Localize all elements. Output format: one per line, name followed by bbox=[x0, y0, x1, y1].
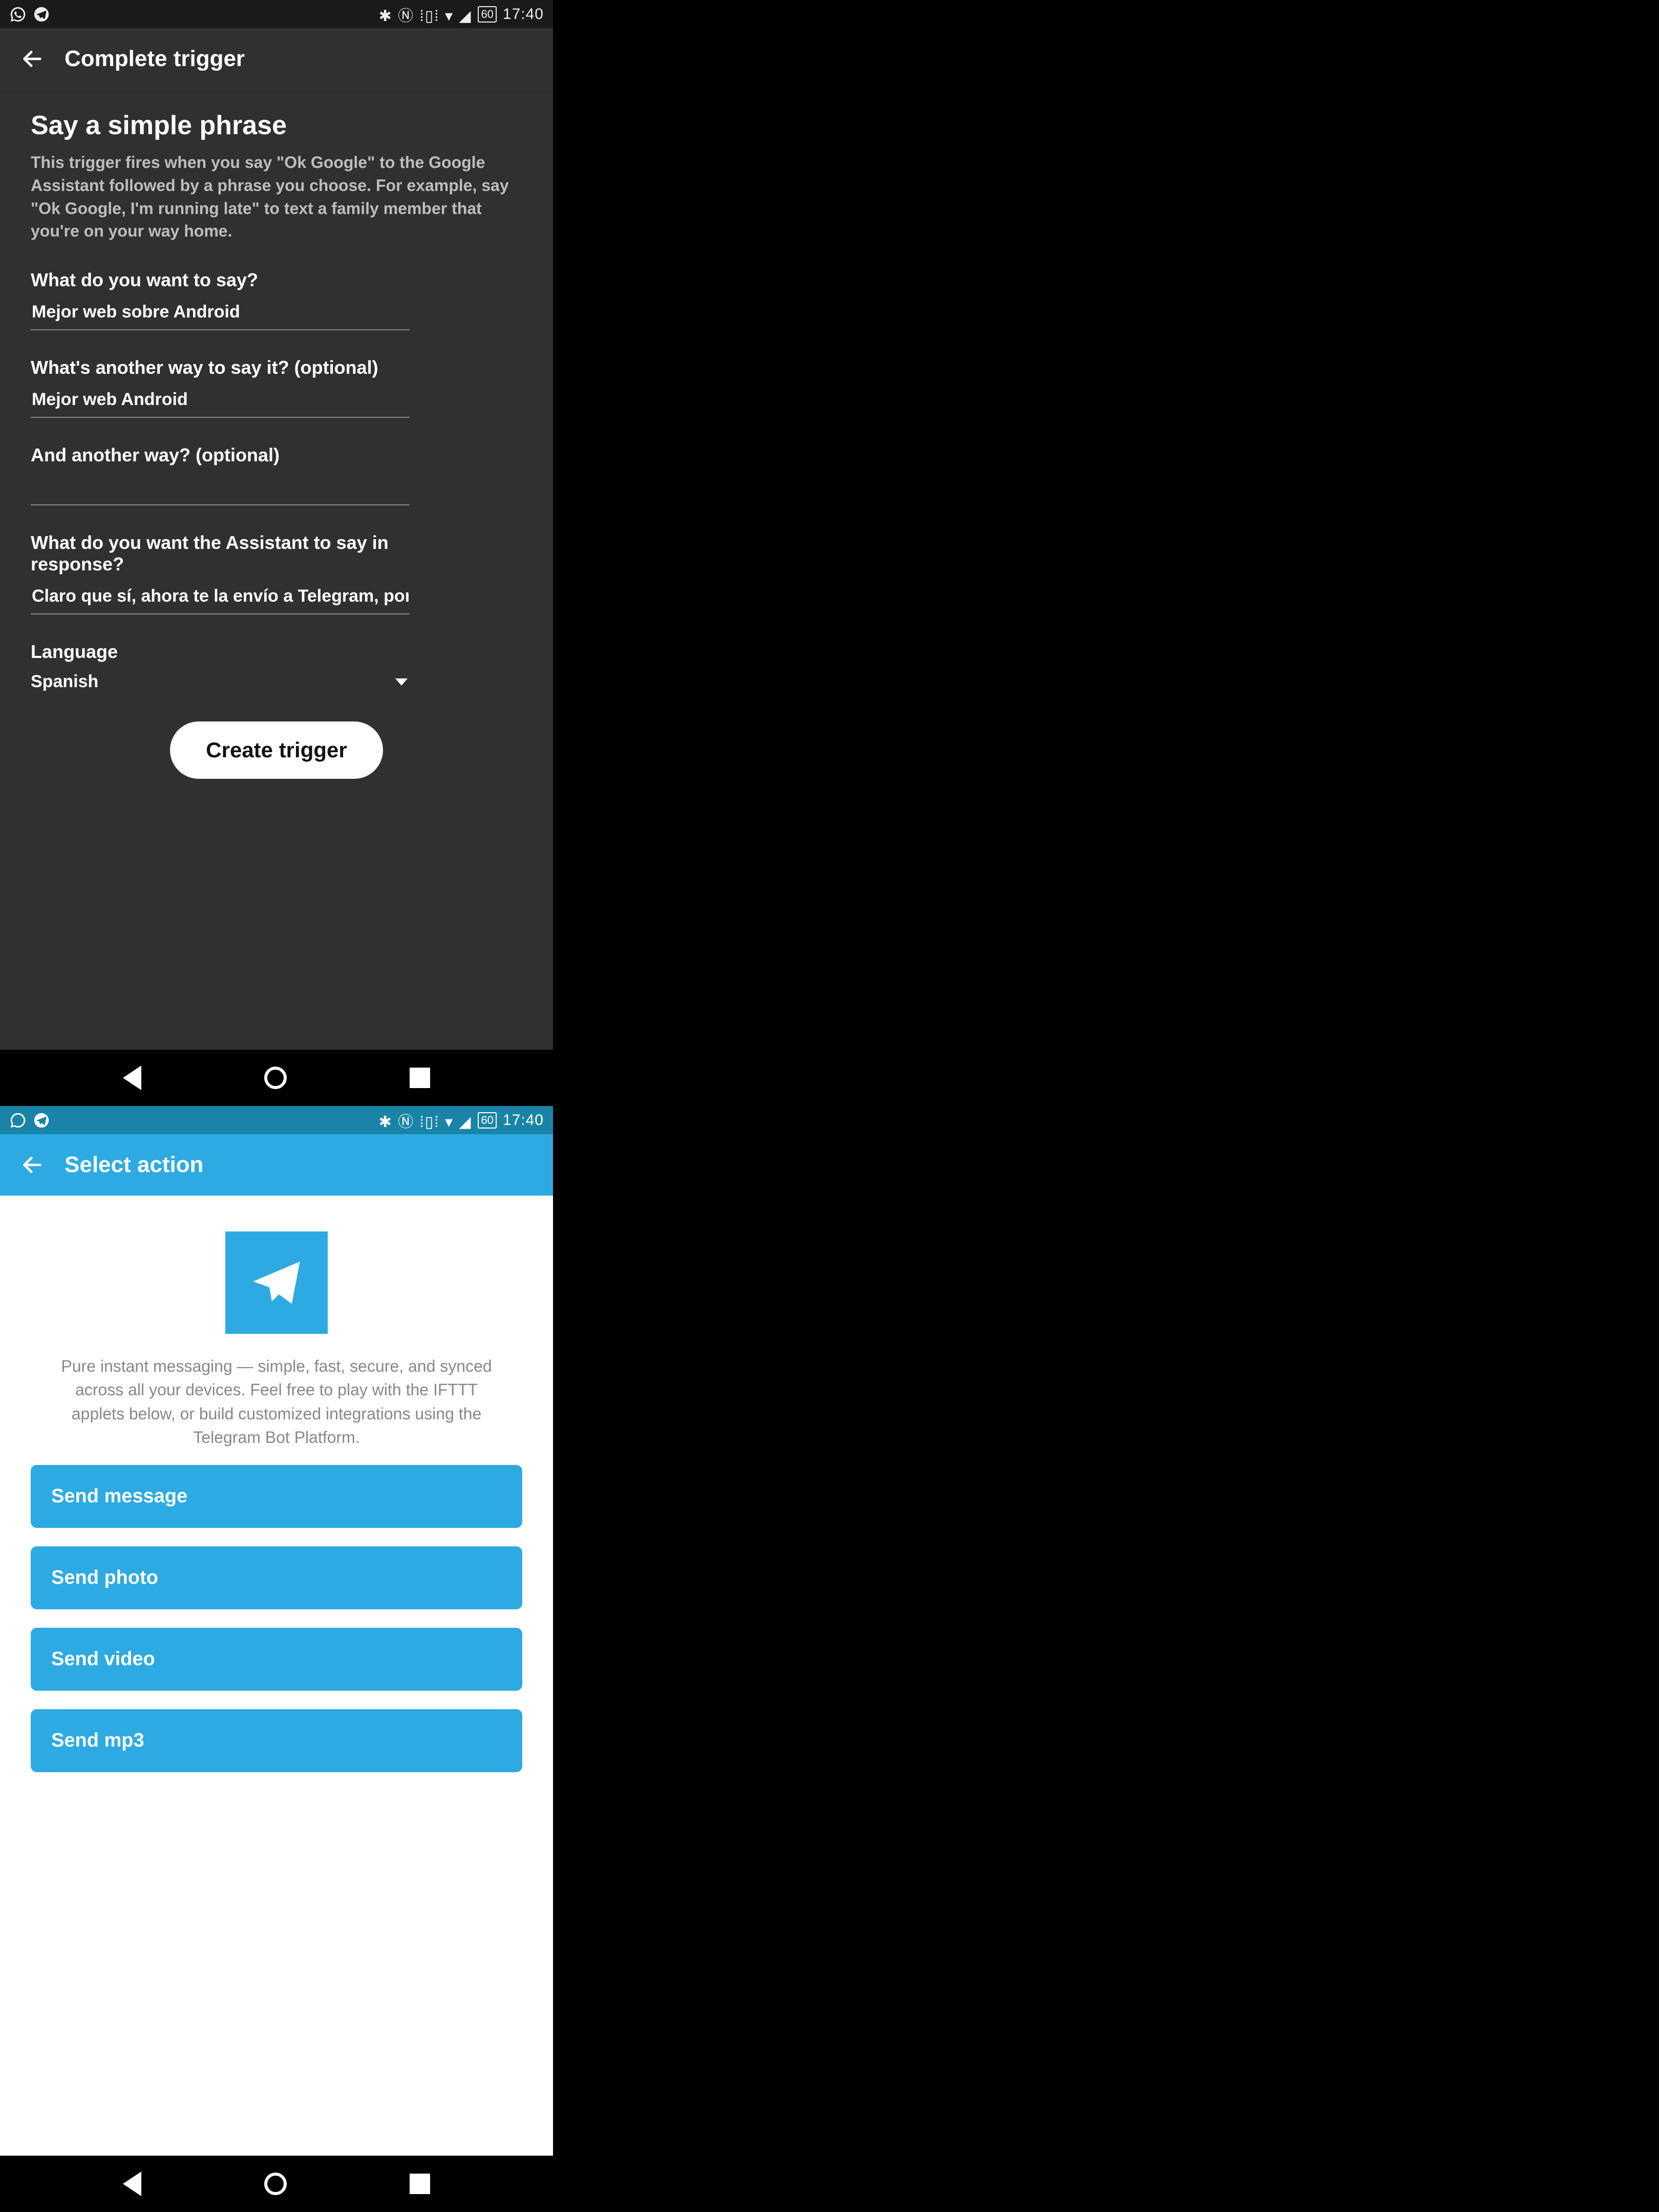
page-title: Complete trigger bbox=[65, 46, 245, 72]
app-bar: Select action bbox=[0, 1134, 553, 1196]
status-indicators: ✱ Ⓝ ⁞▯⁞ ▾ ◢ bbox=[379, 3, 472, 26]
nav-home-icon[interactable] bbox=[264, 2173, 287, 2195]
action-send-photo[interactable]: Send photo bbox=[31, 1546, 522, 1609]
language-label: Language bbox=[31, 641, 522, 663]
action-send-video[interactable]: Send video bbox=[31, 1628, 522, 1691]
nav-back-icon[interactable] bbox=[123, 1066, 141, 1090]
chevron-down-icon bbox=[395, 678, 408, 686]
telegram-status-icon bbox=[33, 1112, 50, 1129]
phrase-label: What do you want to say? bbox=[31, 269, 522, 291]
telegram-status-icon bbox=[33, 6, 50, 23]
screen-complete-trigger: ✱ Ⓝ ⁞▯⁞ ▾ ◢ 60 17:40 Complete trigger Sa… bbox=[0, 0, 553, 1106]
create-trigger-button[interactable]: Create trigger bbox=[170, 721, 382, 779]
response-input[interactable] bbox=[31, 581, 410, 614]
alt-phrase-1-label: What's another way to say it? (optional) bbox=[31, 357, 522, 378]
telegram-service-icon bbox=[225, 1231, 328, 1334]
nav-recent-icon[interactable] bbox=[410, 2174, 430, 2194]
status-bar: ✱ Ⓝ ⁞▯⁞ ▾ ◢ 60 17:40 bbox=[0, 1106, 553, 1134]
nav-back-icon[interactable] bbox=[123, 2172, 141, 2196]
status-indicators: ✱ Ⓝ ⁞▯⁞ ▾ ◢ bbox=[379, 1109, 472, 1132]
service-description: Pure instant messaging — simple, fast, s… bbox=[41, 1354, 512, 1450]
language-value: Spanish bbox=[31, 672, 98, 692]
trigger-heading: Say a simple phrase bbox=[31, 110, 522, 141]
status-bar: ✱ Ⓝ ⁞▯⁞ ▾ ◢ 60 17:40 bbox=[0, 0, 553, 28]
action-send-mp3[interactable]: Send mp3 bbox=[31, 1709, 522, 1772]
page-title: Select action bbox=[65, 1152, 203, 1178]
android-nav-bar bbox=[0, 1050, 553, 1106]
response-label: What do you want the Assistant to say in… bbox=[31, 532, 410, 575]
clock: 17:40 bbox=[503, 1112, 544, 1129]
phrase-input[interactable] bbox=[31, 297, 410, 330]
back-icon[interactable] bbox=[20, 47, 44, 71]
android-nav-bar bbox=[0, 2156, 553, 2212]
back-icon[interactable] bbox=[20, 1153, 44, 1177]
app-bar: Complete trigger bbox=[0, 28, 553, 90]
language-dropdown[interactable]: Spanish bbox=[31, 669, 410, 696]
action-send-message[interactable]: Send message bbox=[31, 1465, 522, 1528]
trigger-description: This trigger fires when you say "Ok Goog… bbox=[31, 151, 522, 243]
nav-home-icon[interactable] bbox=[264, 1067, 287, 1089]
alt-phrase-2-label: And another way? (optional) bbox=[31, 444, 522, 466]
battery-icon: 60 bbox=[478, 1112, 496, 1129]
whatsapp-icon bbox=[9, 1112, 27, 1129]
alt-phrase-1-input[interactable] bbox=[31, 385, 410, 418]
nav-recent-icon[interactable] bbox=[410, 1068, 430, 1088]
alt-phrase-2-input[interactable] bbox=[31, 472, 410, 505]
screen-select-action: ✱ Ⓝ ⁞▯⁞ ▾ ◢ 60 17:40 Select action Pure … bbox=[0, 1106, 553, 2212]
whatsapp-icon bbox=[9, 6, 27, 23]
battery-icon: 60 bbox=[478, 6, 496, 23]
clock: 17:40 bbox=[503, 6, 544, 23]
